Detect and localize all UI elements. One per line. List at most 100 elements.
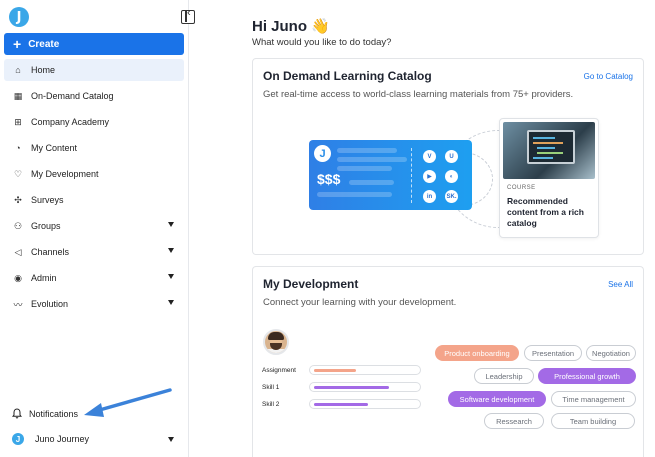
catalog-card: On Demand Learning Catalog Go to Catalog… [252, 58, 644, 255]
journey-label: Juno Journey [35, 434, 90, 444]
see-all-link[interactable]: See All [608, 280, 633, 289]
sidebar-item-company-academy[interactable]: ⊞ Company Academy [4, 111, 184, 133]
provider-linkedin-icon: in [423, 190, 436, 203]
juno-logo-icon[interactable]: J [9, 7, 29, 27]
provider-video-icon: ▶ [423, 170, 436, 183]
content-icon: ◔ [15, 143, 21, 153]
course-type-label: COURSE [507, 185, 536, 191]
page-subtitle: What would you like to do today? [252, 37, 392, 48]
create-button-label: Create [28, 38, 60, 50]
notifications-label: Notifications [29, 408, 79, 419]
sidebar-item-label: Home [31, 65, 56, 75]
sidebar-item-admin[interactable]: ◉ Admin [4, 267, 184, 289]
skill-label: Skill 1 [262, 384, 280, 391]
laptop-image [527, 130, 575, 164]
sidebar-item-groups[interactable]: ⚇ Groups [4, 215, 184, 237]
go-to-catalog-link[interactable]: Go to Catalog [584, 72, 633, 81]
admin-icon: ◉ [14, 272, 22, 283]
plus-icon: + [13, 36, 22, 52]
skill-chip: Time management [551, 391, 636, 407]
journey-logo-icon: J [12, 433, 24, 445]
skill-progress-bar [309, 365, 421, 375]
decor-stripe [337, 166, 392, 171]
home-icon: ⌂ [15, 65, 21, 75]
sidebar-item-on-demand-catalog[interactable]: ▦ On-Demand Catalog [4, 85, 184, 107]
sidebar-item-label: On-Demand Catalog [31, 91, 114, 101]
skill-label: Skill 2 [262, 401, 280, 408]
sidebar-item-label: Surveys [31, 195, 64, 205]
skill-chip: Negotiation [586, 345, 636, 361]
course-thumbnail [503, 122, 595, 179]
decor-stripe [317, 192, 392, 197]
chevron-down-icon [168, 437, 174, 442]
code-line [537, 147, 555, 149]
skill-progress-fill [314, 403, 368, 406]
card-divider [411, 148, 412, 203]
decor-stripe [337, 157, 407, 162]
channels-icon: ◁ [14, 246, 22, 257]
skill-progress-bar [309, 382, 421, 392]
provider-globe-icon: ◐ [445, 170, 458, 183]
avatar-hair [268, 332, 284, 340]
create-button[interactable]: + Create [4, 33, 184, 55]
development-card-subtitle: Connect your learning with your developm… [263, 297, 457, 308]
course-title: Recommended content from a rich catalog [507, 196, 584, 228]
sidebar-item-my-development[interactable]: ♡ My Development [4, 163, 184, 185]
development-card: My Development See All Connect your lear… [252, 266, 644, 457]
provider-vimeo-icon: V [423, 150, 436, 163]
course-card[interactable]: COURSE Recommended content from a rich c… [499, 118, 599, 238]
decor-stripe [337, 148, 397, 153]
groups-icon: ⚇ [13, 220, 23, 231]
avatar [263, 329, 289, 355]
sidebar-item-my-content[interactable]: ◔ My Content [4, 137, 184, 159]
sidebar-item-evolution[interactable]: 〰 Evolution [4, 293, 184, 315]
sidebar-item-channels[interactable]: ◁ Channels [4, 241, 184, 263]
catalog-card-title: On Demand Learning Catalog [263, 69, 432, 83]
catalog-illustration: J $$$ V U ▶ ◐ in SK. [309, 140, 472, 210]
page-title: Hi Juno 👋 [252, 18, 330, 35]
journey-switcher[interactable]: J Juno Journey [12, 433, 182, 445]
sidebar-item-notifications[interactable]: Notifications [11, 408, 79, 419]
price-label: $$$ [317, 171, 341, 187]
skill-chip: Ressearch [484, 413, 544, 429]
code-line [533, 142, 563, 144]
skill-chip: Software development [448, 391, 546, 407]
sidebar-item-home[interactable]: ⌂ Home [4, 59, 184, 81]
development-icon: ♡ [13, 168, 23, 179]
collapse-sidebar-icon[interactable] [181, 7, 195, 24]
annotation-arrow-icon [84, 388, 172, 417]
sidebar-item-label: Admin [31, 273, 57, 283]
skill-chip: Professional growth [538, 368, 636, 384]
skill-chip: Leadership [474, 368, 534, 384]
skill-progress-fill [314, 369, 356, 372]
sidebar-item-label: Evolution [31, 299, 69, 309]
sidebar-item-surveys[interactable]: ✣ Surveys [4, 189, 184, 211]
chevron-down-icon [168, 248, 174, 253]
skill-progress-bar [309, 399, 421, 409]
skill-label: Assignment [262, 367, 296, 374]
decor-stripe [349, 180, 394, 185]
chevron-down-icon [168, 222, 174, 227]
sidebar-nav: ⌂ Home ▦ On-Demand Catalog ⊞ Company Academy ◔… [4, 59, 184, 319]
skill-chip: Product onboarding [435, 345, 519, 361]
sidebar-item-label: My Development [31, 169, 99, 179]
juno-logo-icon: J [314, 145, 331, 162]
bell-icon [11, 408, 23, 419]
academy-icon: ⊞ [14, 116, 22, 127]
catalog-icon: ▦ [13, 90, 23, 101]
code-line [537, 152, 563, 154]
sidebar-item-label: My Content [31, 143, 78, 153]
chevron-down-icon [168, 300, 174, 305]
skill-chip: Presentation [524, 345, 582, 361]
skill-chip: Team building [551, 413, 635, 429]
provider-udemy-icon: U [445, 150, 458, 163]
sidebar-item-label: Groups [31, 221, 61, 231]
development-card-title: My Development [263, 277, 359, 291]
code-line [533, 137, 555, 139]
catalog-card-subtitle: Get real-time access to world-class lear… [263, 89, 574, 100]
chevron-down-icon [168, 274, 174, 279]
code-line [533, 157, 553, 159]
sidebar-item-label: Company Academy [31, 117, 110, 127]
sidebar-item-label: Channels [31, 247, 70, 257]
surveys-icon: ✣ [14, 194, 22, 205]
